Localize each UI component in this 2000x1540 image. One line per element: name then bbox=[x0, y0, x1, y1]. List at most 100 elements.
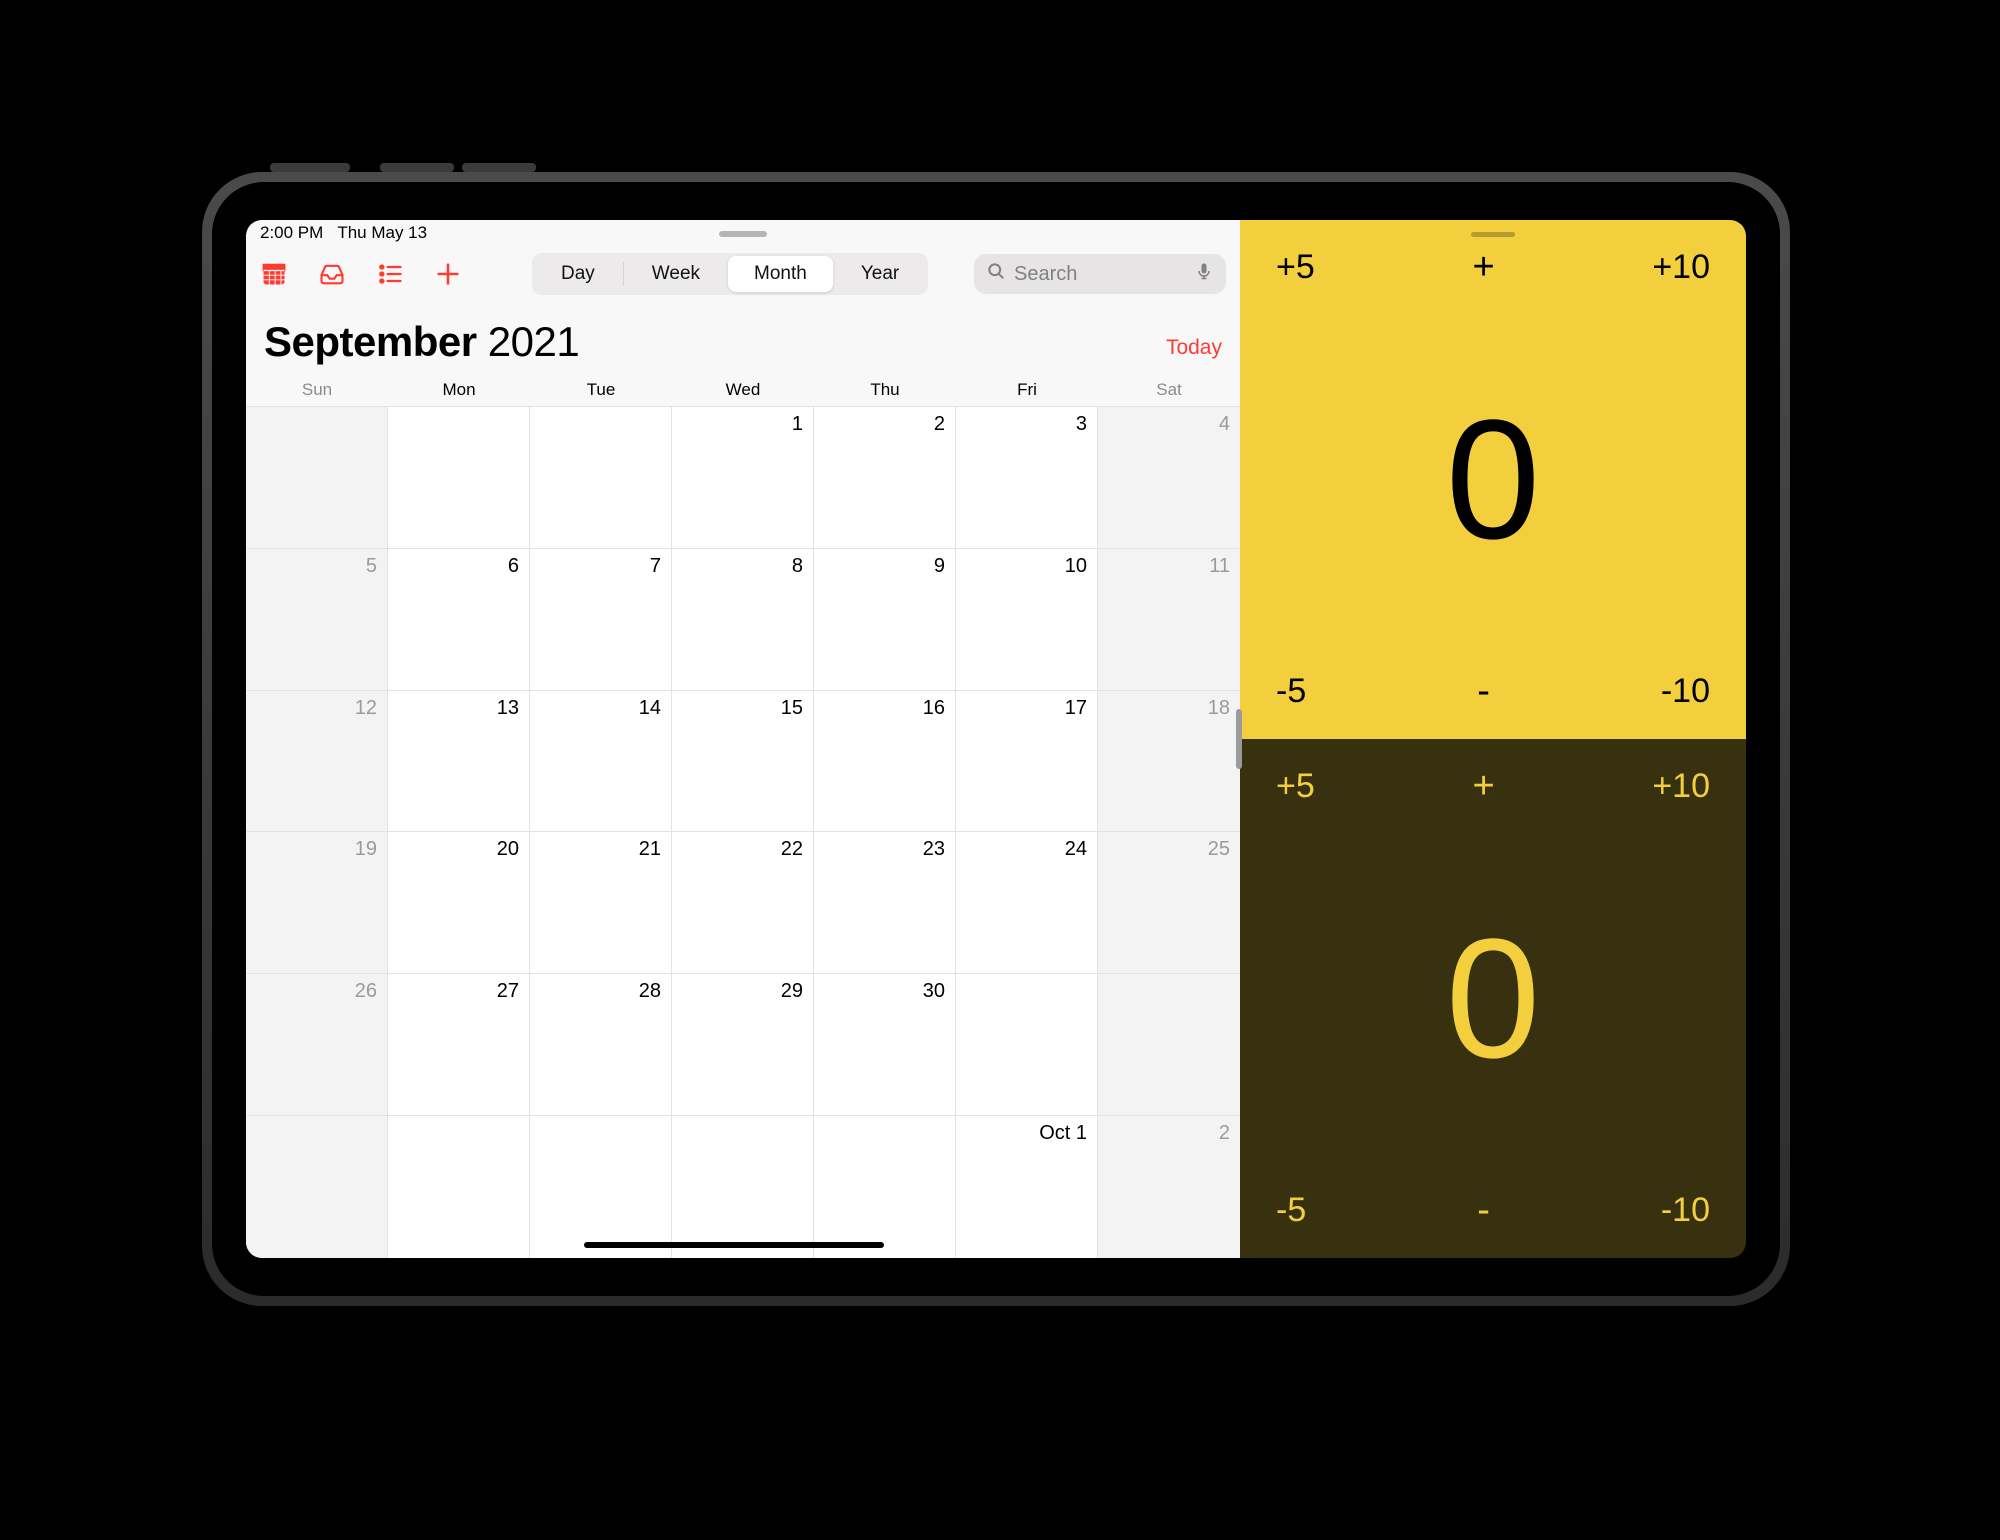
counter-bot-minus-row: -5 - -10 bbox=[1276, 1189, 1710, 1232]
minus-5-button[interactable]: -5 bbox=[1276, 1191, 1306, 1230]
day-cell[interactable]: 28 bbox=[530, 974, 672, 1116]
search-icon bbox=[986, 261, 1006, 287]
power-button[interactable] bbox=[270, 163, 350, 172]
day-cell[interactable]: 30 bbox=[814, 974, 956, 1116]
status-time: 2:00 PM bbox=[260, 223, 323, 243]
day-cell[interactable]: 13 bbox=[388, 691, 530, 833]
calendar-app: 2:00 PM Thu May 13 bbox=[246, 220, 1240, 1258]
today-button[interactable]: Today bbox=[1166, 336, 1222, 366]
split-view-handle[interactable] bbox=[1236, 709, 1242, 769]
counter-bottom-panel: +5 + +10 0 -5 - -10 bbox=[1240, 739, 1746, 1258]
day-cell[interactable] bbox=[956, 974, 1098, 1116]
day-cell[interactable]: 24 bbox=[956, 832, 1098, 974]
ipad-frame: 2:00 PM Thu May 13 bbox=[202, 172, 1790, 1306]
day-cell[interactable]: 21 bbox=[530, 832, 672, 974]
day-cell[interactable]: 4 bbox=[1098, 407, 1240, 549]
calendar-grid[interactable]: 1234567891011121314151617181920212223242… bbox=[246, 406, 1240, 1258]
day-cell[interactable]: 11 bbox=[1098, 549, 1240, 691]
volume-up-button[interactable] bbox=[380, 163, 454, 172]
plus-button[interactable]: + bbox=[1472, 246, 1494, 289]
segment-week[interactable]: Week bbox=[626, 256, 726, 292]
day-cell[interactable]: Oct 1 bbox=[956, 1116, 1098, 1258]
day-cell[interactable]: 8 bbox=[672, 549, 814, 691]
day-cell[interactable]: 7 bbox=[530, 549, 672, 691]
month-title: September 2021 bbox=[264, 318, 579, 366]
day-cell[interactable] bbox=[672, 1116, 814, 1258]
minus-10-button[interactable]: -10 bbox=[1661, 1191, 1710, 1230]
counter-top-panel: +5 + +10 0 -5 - -10 bbox=[1240, 220, 1746, 739]
day-cell[interactable]: 22 bbox=[672, 832, 814, 974]
counter-top-plus-row: +5 + +10 bbox=[1276, 246, 1710, 289]
day-cell[interactable]: 27 bbox=[388, 974, 530, 1116]
segment-day[interactable]: Day bbox=[535, 256, 621, 292]
day-cell[interactable]: 2 bbox=[814, 407, 956, 549]
month-year: 2021 bbox=[488, 318, 579, 365]
segment-month[interactable]: Month bbox=[728, 256, 833, 292]
day-cell[interactable]: 2 bbox=[1098, 1116, 1240, 1258]
minus-5-button[interactable]: -5 bbox=[1276, 672, 1306, 711]
minus-button[interactable]: - bbox=[1477, 670, 1490, 713]
weekday-header: Sun Mon Tue Wed Thu Fri Sat bbox=[246, 380, 1240, 406]
day-cell[interactable] bbox=[530, 407, 672, 549]
day-cell[interactable] bbox=[388, 1116, 530, 1258]
day-cell[interactable]: 15 bbox=[672, 691, 814, 833]
day-cell[interactable]: 10 bbox=[956, 549, 1098, 691]
calendar-toolbar: Day Week Month Year Search bbox=[246, 246, 1240, 302]
day-cell[interactable] bbox=[814, 1116, 956, 1258]
counter-top-minus-row: -5 - -10 bbox=[1276, 670, 1710, 713]
weekday-mon: Mon bbox=[388, 380, 530, 400]
day-cell[interactable] bbox=[246, 1116, 388, 1258]
day-cell[interactable] bbox=[530, 1116, 672, 1258]
status-date: Thu May 13 bbox=[337, 223, 427, 243]
counter-bottom-value: 0 bbox=[1276, 914, 1710, 1084]
day-cell[interactable]: 19 bbox=[246, 832, 388, 974]
search-placeholder: Search bbox=[1014, 263, 1077, 286]
weekday-thu: Thu bbox=[814, 380, 956, 400]
list-icon[interactable] bbox=[376, 260, 404, 288]
calendars-icon[interactable] bbox=[260, 260, 288, 288]
day-cell[interactable]: 23 bbox=[814, 832, 956, 974]
segment-year[interactable]: Year bbox=[835, 256, 925, 292]
inbox-icon[interactable] bbox=[318, 260, 346, 288]
weekday-sun: Sun bbox=[246, 380, 388, 400]
weekday-tue: Tue bbox=[530, 380, 672, 400]
day-cell[interactable]: 18 bbox=[1098, 691, 1240, 833]
minus-10-button[interactable]: -10 bbox=[1661, 672, 1710, 711]
screen: 2:00 PM Thu May 13 bbox=[246, 220, 1746, 1258]
day-cell[interactable]: 25 bbox=[1098, 832, 1240, 974]
day-cell[interactable]: 14 bbox=[530, 691, 672, 833]
add-event-icon[interactable] bbox=[434, 260, 462, 288]
day-cell[interactable]: 9 bbox=[814, 549, 956, 691]
day-cell[interactable]: 16 bbox=[814, 691, 956, 833]
weekday-fri: Fri bbox=[956, 380, 1098, 400]
month-header: September 2021 Today bbox=[246, 302, 1240, 380]
plus-10-button[interactable]: +10 bbox=[1652, 767, 1710, 806]
multitasking-pill-icon[interactable] bbox=[719, 231, 767, 237]
plus-5-button[interactable]: +5 bbox=[1276, 248, 1315, 287]
day-cell[interactable]: 17 bbox=[956, 691, 1098, 833]
weekday-wed: Wed bbox=[672, 380, 814, 400]
day-cell[interactable]: 20 bbox=[388, 832, 530, 974]
plus-button[interactable]: + bbox=[1472, 765, 1494, 808]
mic-icon[interactable] bbox=[1194, 261, 1214, 287]
multitasking-pill-icon[interactable] bbox=[1471, 232, 1515, 237]
day-cell[interactable]: 12 bbox=[246, 691, 388, 833]
plus-5-button[interactable]: +5 bbox=[1276, 767, 1315, 806]
day-cell[interactable] bbox=[246, 407, 388, 549]
volume-down-button[interactable] bbox=[462, 163, 536, 172]
search-field[interactable]: Search bbox=[974, 254, 1226, 294]
month-name: September bbox=[264, 318, 477, 365]
home-indicator[interactable] bbox=[584, 1242, 884, 1248]
plus-10-button[interactable]: +10 bbox=[1652, 248, 1710, 287]
day-cell[interactable] bbox=[388, 407, 530, 549]
day-cell[interactable]: 26 bbox=[246, 974, 388, 1116]
day-cell[interactable]: 1 bbox=[672, 407, 814, 549]
day-cell[interactable]: 5 bbox=[246, 549, 388, 691]
day-cell[interactable] bbox=[1098, 974, 1240, 1116]
counter-bot-plus-row: +5 + +10 bbox=[1276, 765, 1710, 808]
toolbar-icons bbox=[260, 260, 462, 288]
day-cell[interactable]: 3 bbox=[956, 407, 1098, 549]
day-cell[interactable]: 6 bbox=[388, 549, 530, 691]
day-cell[interactable]: 29 bbox=[672, 974, 814, 1116]
minus-button[interactable]: - bbox=[1477, 1189, 1490, 1232]
